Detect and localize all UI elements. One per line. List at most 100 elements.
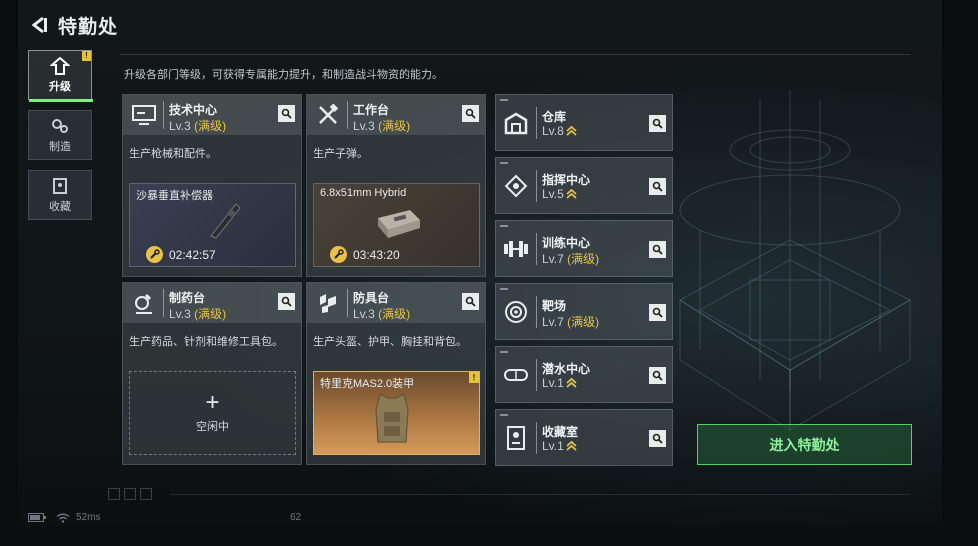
wrench-icon <box>146 246 163 263</box>
facility-name: 收藏室 <box>542 425 579 439</box>
separator <box>347 289 348 317</box>
status-bar: 52ms <box>28 512 100 523</box>
card-title: 防具台 <box>353 291 390 305</box>
header: 特勤处 <box>28 10 118 40</box>
level-value: Lv.7 <box>542 252 564 266</box>
search-icon[interactable] <box>649 367 666 384</box>
facility-shooting-range[interactable]: 靶场 Lv.7 (满级) <box>495 283 673 340</box>
card-level: Lv.3 (满级) <box>353 305 410 322</box>
production-timer: 02:42:57 <box>146 246 216 263</box>
upgrade-arrow-icon <box>566 377 577 388</box>
right-edge <box>942 0 978 546</box>
separator <box>536 422 537 454</box>
divider <box>120 54 910 55</box>
upgrade-arrow-icon <box>566 125 577 136</box>
dumbbell-icon <box>500 233 532 265</box>
corner-tick <box>500 162 508 164</box>
wifi-icon <box>56 513 70 523</box>
back-arrow-icon[interactable] <box>28 14 50 36</box>
max-level-tag: (满级) <box>194 307 227 321</box>
search-icon[interactable] <box>649 241 666 258</box>
search-icon[interactable] <box>649 115 666 132</box>
facility-level: Lv.7 (满级) <box>542 313 599 330</box>
collection-icon <box>53 177 67 194</box>
target-icon <box>500 296 532 328</box>
warehouse-icon <box>500 107 532 139</box>
search-icon[interactable] <box>462 293 479 310</box>
card-tech-center[interactable]: 技术中心 Lv.3 (满级) 生产枪械和配件。 沙暴垂直补偿器 02:42:57 <box>122 94 302 277</box>
bottom-edge <box>0 526 978 546</box>
upgrade-icon <box>50 56 70 75</box>
separator <box>536 233 537 265</box>
production-slot[interactable]: ! 特里克MAS2.0装甲 <box>313 371 480 455</box>
card-level: Lv.3 (满级) <box>353 117 410 134</box>
wrench-icon <box>330 246 347 263</box>
decor-square <box>108 488 120 500</box>
separator <box>536 170 537 202</box>
card-description: 生产头盔、护甲、胸挂和背包。 <box>313 336 467 348</box>
card-title: 工作台 <box>353 103 390 117</box>
card-title: 技术中心 <box>169 103 218 117</box>
ping-text: 52ms <box>76 512 101 523</box>
separator <box>347 101 348 129</box>
search-icon[interactable] <box>278 105 295 122</box>
card-description: 生产药品、针剂和维修工具包。 <box>129 336 283 348</box>
corner-tick <box>500 288 508 290</box>
card-level: Lv.3 (满级) <box>169 117 226 134</box>
gears-icon <box>52 118 68 133</box>
facility-warehouse[interactable]: 仓库 Lv.8 <box>495 94 673 151</box>
search-icon[interactable] <box>462 105 479 122</box>
facility-name: 潜水中心 <box>542 362 591 376</box>
tools-icon <box>313 101 343 129</box>
card-title: 制药台 <box>169 291 206 305</box>
timer-text: 02:42:57 <box>169 247 216 262</box>
tab-collection[interactable]: 收藏 <box>28 170 92 220</box>
card-workbench[interactable]: 工作台 Lv.3 (满级) 生产子弹。 6.8x51mm Hybrid 03:4… <box>306 94 486 277</box>
facility-level: Lv.8 <box>542 124 577 138</box>
separator <box>163 289 164 317</box>
card-armor-bench[interactable]: 防具台 Lv.3 (满级) 生产头盔、护甲、胸挂和背包。 ! 特里克MAS2.0… <box>306 282 486 465</box>
ammo-box-image <box>378 210 420 238</box>
separator <box>536 359 537 391</box>
enter-special-ops-button[interactable]: 进入特勤处 <box>697 424 912 465</box>
divider <box>170 494 910 495</box>
card-level: Lv.3 (满级) <box>169 305 226 322</box>
chip-icon <box>500 170 532 202</box>
max-level-tag: (满级) <box>194 119 227 133</box>
idle-label: 空闲中 <box>196 421 229 433</box>
search-icon[interactable] <box>649 430 666 447</box>
facility-command-center[interactable]: 指挥中心 Lv.5 <box>495 157 673 214</box>
card-pharmacy[interactable]: 制药台 Lv.3 (满级) 生产药品、针剂和维修工具包。 + 空闲中 <box>122 282 302 465</box>
search-icon[interactable] <box>649 304 666 321</box>
production-timer: 03:43:20 <box>330 246 400 263</box>
upgrade-arrow-icon <box>566 188 577 199</box>
facility-collection-room[interactable]: 收藏室 Lv.1 <box>495 409 673 466</box>
tab-upgrade[interactable]: ! 升级 <box>28 50 93 102</box>
battery-icon <box>28 513 46 522</box>
tab-craft[interactable]: 制造 <box>28 110 92 160</box>
facility-level: Lv.1 <box>542 376 577 390</box>
idle-production-slot[interactable]: + 空闲中 <box>129 371 296 455</box>
search-icon[interactable] <box>278 293 295 310</box>
facility-training-center[interactable]: 训练中心 Lv.7 (满级) <box>495 220 673 277</box>
product-name: 沙暴垂直补偿器 <box>136 190 213 202</box>
search-icon[interactable] <box>649 178 666 195</box>
decor-square <box>124 488 136 500</box>
facility-name: 训练中心 <box>542 236 591 250</box>
product-name: 特里克MAS2.0装甲 <box>320 378 415 390</box>
max-level-tag: (满级) <box>567 252 600 266</box>
facility-level: Lv.1 <box>542 439 577 453</box>
production-slot[interactable]: 6.8x51mm Hybrid 03:43:20 <box>313 183 480 267</box>
facility-name: 靶场 <box>542 299 567 313</box>
max-level-tag: (满级) <box>378 119 411 133</box>
tab-notification-badge: ! <box>82 51 91 61</box>
microscope-icon <box>129 289 159 317</box>
facility-diving-center[interactable]: 潜水中心 Lv.1 <box>495 346 673 403</box>
separator <box>536 107 537 139</box>
production-slot[interactable]: 沙暴垂直补偿器 02:42:57 <box>129 183 296 267</box>
level-value: Lv.8 <box>542 124 564 138</box>
card-description: 生产枪械和配件。 <box>129 148 217 160</box>
corner-tick <box>500 351 508 353</box>
computer-icon <box>129 101 159 129</box>
tab-label: 制造 <box>49 140 71 153</box>
